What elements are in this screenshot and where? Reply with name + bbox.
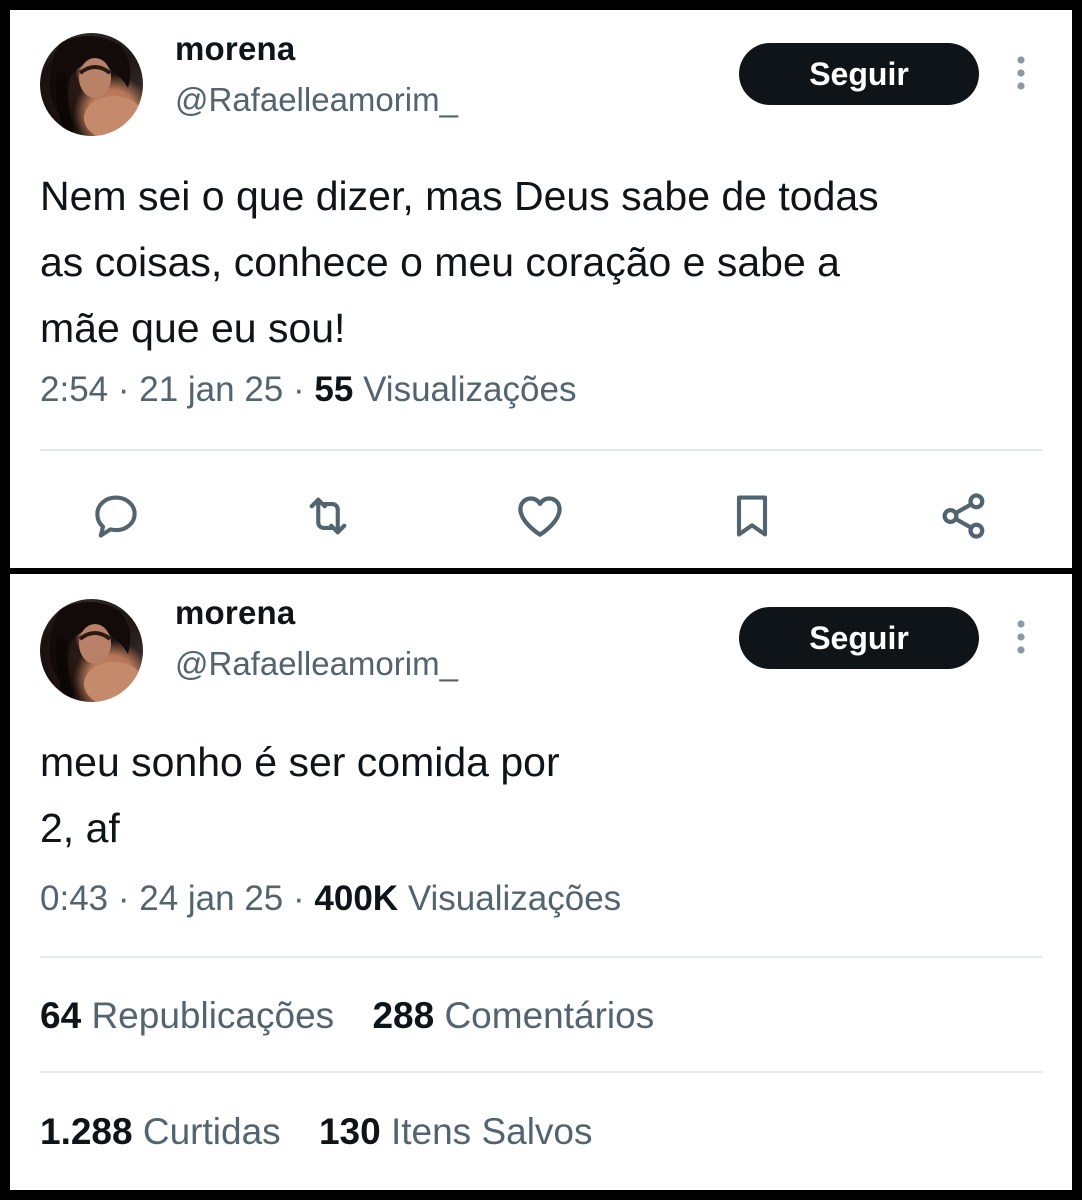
display-name[interactable]: morena xyxy=(175,30,295,68)
divider xyxy=(40,956,1042,958)
tweet-text: Nem sei o que dizer, mas Deus sabe de to… xyxy=(40,173,879,351)
meta-separator: · xyxy=(117,370,130,409)
comments-label: Comentários xyxy=(444,995,655,1036)
meta-separator: · xyxy=(117,879,130,918)
reposts-count: 64 xyxy=(40,995,82,1036)
follow-button[interactable]: Seguir xyxy=(739,607,979,669)
tweet-meta: 0:43 · 24 jan 25 · 400K Visualizações xyxy=(40,879,621,919)
share-button[interactable] xyxy=(934,486,994,546)
tweet-card-2: morena @Rafaelleamorim_ Seguir meu sonho… xyxy=(10,574,1072,1190)
user-handle[interactable]: @Rafaelleamorim_ xyxy=(175,645,458,683)
tweet-time[interactable]: 0:43 xyxy=(40,879,108,918)
views-count: 55 xyxy=(314,370,354,409)
saves-count: 130 xyxy=(318,1111,381,1152)
tweet-time[interactable]: 2:54 xyxy=(40,370,108,409)
more-options-icon[interactable] xyxy=(1006,614,1036,660)
avatar[interactable] xyxy=(40,33,143,136)
engagement-stats-row: 1.288 Curtidas 130 Itens Salvos xyxy=(40,1111,621,1153)
action-bar xyxy=(10,486,1072,546)
follow-button[interactable]: Seguir xyxy=(739,43,979,105)
reply-icon xyxy=(95,495,137,538)
tweet-date[interactable]: 24 jan 25 xyxy=(139,879,283,918)
like-button[interactable] xyxy=(510,486,570,546)
avatar[interactable] xyxy=(40,599,143,702)
likes-stat[interactable]: 1.288 Curtidas xyxy=(40,1111,281,1153)
saves-stat[interactable]: 130 Itens Salvos xyxy=(319,1111,593,1153)
views-label: Visualizações xyxy=(407,879,622,918)
user-handle[interactable]: @Rafaelleamorim_ xyxy=(175,81,458,119)
bookmark-button[interactable] xyxy=(722,486,782,546)
more-options-icon[interactable] xyxy=(1006,50,1036,96)
tweet-card-1: morena @Rafaelleamorim_ Seguir Nem sei o… xyxy=(10,10,1072,568)
meta-separator: · xyxy=(293,879,305,918)
like-icon xyxy=(518,496,562,537)
likes-label: Curtidas xyxy=(142,1111,281,1152)
divider xyxy=(40,449,1042,451)
reply-button[interactable] xyxy=(86,486,146,546)
reposts-stat[interactable]: 64 Republicações xyxy=(40,995,334,1037)
reposts-label: Republicações xyxy=(91,995,335,1036)
retweet-icon xyxy=(309,497,347,535)
bookmark-icon xyxy=(736,495,768,537)
tweet-date[interactable]: 21 jan 25 xyxy=(139,370,283,409)
engagement-stats-row: 64 Republicações 288 Comentários xyxy=(40,995,682,1037)
meta-separator: · xyxy=(293,370,305,409)
display-name[interactable]: morena xyxy=(175,594,295,632)
views-count: 400K xyxy=(314,879,399,918)
share-icon xyxy=(942,493,985,539)
tweet-meta: 2:54 · 21 jan 25 · 55 Visualizações xyxy=(40,370,576,410)
retweet-button[interactable] xyxy=(298,486,358,546)
likes-count: 1.288 xyxy=(40,1111,133,1152)
saves-label: Itens Salvos xyxy=(390,1111,593,1152)
views-label: Visualizações xyxy=(363,370,577,409)
comments-stat[interactable]: 288 Comentários xyxy=(372,995,654,1037)
divider xyxy=(40,1071,1042,1073)
comments-count: 288 xyxy=(372,995,435,1036)
tweet-text: meu sonho é ser comida por 2, af xyxy=(40,739,560,851)
